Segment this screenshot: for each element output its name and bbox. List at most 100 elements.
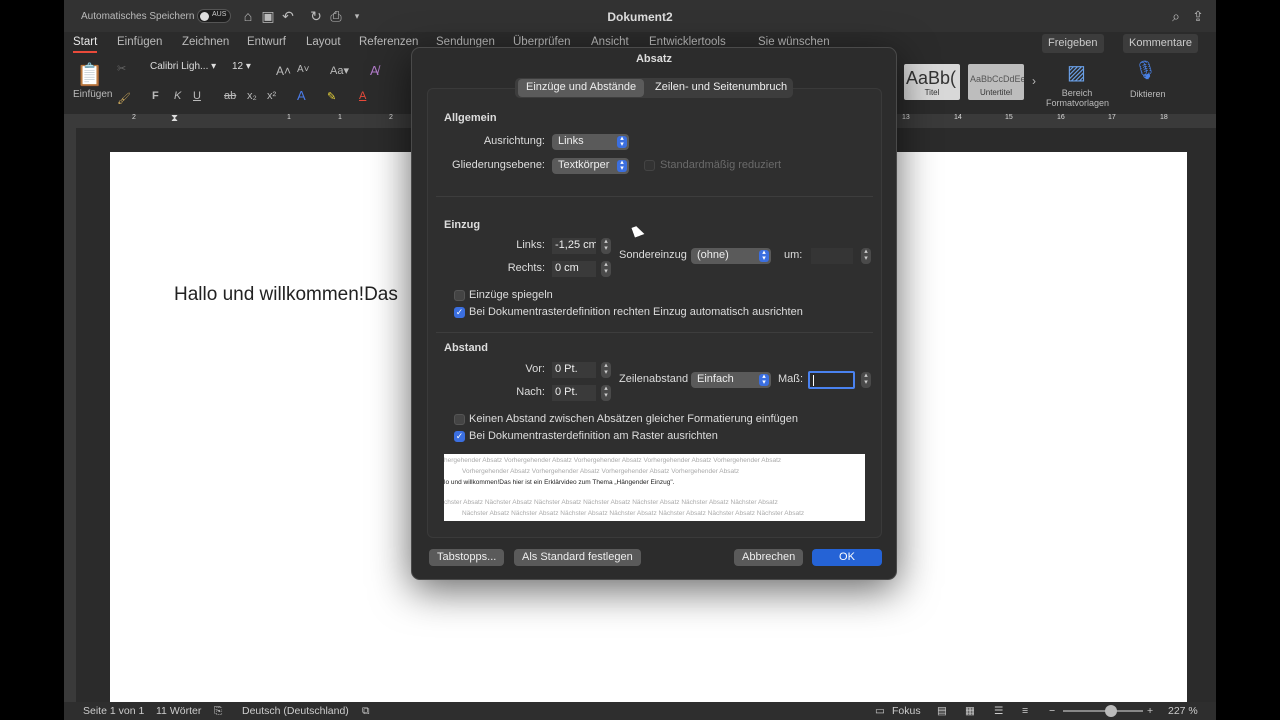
underline-icon[interactable]: U (193, 90, 201, 102)
grow-font-icon[interactable]: A˄ (276, 64, 291, 78)
no-space-checkbox[interactable] (454, 414, 465, 425)
zoom-slider-knob[interactable] (1105, 705, 1117, 717)
ruler-tick: 18 (1160, 114, 1168, 121)
bold-icon[interactable]: F (152, 90, 159, 102)
paragraph-dialog: Absatz Allgemein Ausrichtung: Links ▴ ▾ Gl… (411, 47, 897, 580)
highlight-icon[interactable]: ✎ (327, 90, 336, 103)
zoom-level[interactable]: 227 % (1168, 705, 1198, 717)
comments-label: Kommentare (1129, 37, 1192, 49)
indent-left-stepper[interactable]: ▴ ▾ (601, 238, 611, 254)
spacing-after-field[interactable]: 0 Pt. (552, 385, 596, 401)
styles-pane-icon[interactable]: ▨ (1067, 60, 1086, 85)
dialog-tabs: Einzüge und Abstände Zeilen- und Seitenu… (515, 78, 793, 98)
tab-start[interactable]: Start (73, 36, 98, 53)
spacing-before-field[interactable]: 0 Pt. (552, 362, 596, 378)
dictate-label[interactable]: Diktieren (1130, 89, 1166, 99)
line-spacing-at-field[interactable] (808, 371, 855, 389)
shrink-font-icon[interactable]: A˅ (297, 64, 310, 75)
language[interactable]: Deutsch (Deutschland) (242, 705, 349, 717)
divider (436, 332, 873, 333)
select-arrows-icon: ▴ ▾ (759, 249, 769, 262)
text-caret (813, 375, 814, 386)
alignment-select[interactable]: Links ▴ ▾ (552, 134, 629, 150)
indent-right-label: Rechts: (507, 262, 545, 274)
special-indent-value: (ohne) (697, 249, 729, 261)
indent-right-field[interactable]: 0 cm (552, 261, 596, 277)
superscript-icon[interactable]: x² (267, 90, 276, 102)
zoom-in-icon[interactable]: + (1147, 705, 1153, 717)
set-default-button[interactable]: Als Standard festlegen (514, 549, 641, 566)
tab-layout[interactable]: Layout (306, 36, 341, 48)
paste-label: Einfügen (73, 89, 113, 100)
share-button[interactable]: Freigeben (1042, 34, 1104, 53)
font-color-icon[interactable]: A (359, 90, 366, 102)
change-case-icon[interactable]: Aa▾ (330, 64, 349, 77)
spacing-before-stepper[interactable]: ▴ ▾ (601, 362, 611, 378)
format-painter-icon[interactable]: 🖌 (117, 92, 131, 105)
cut-icon[interactable]: ✂ (117, 62, 126, 75)
spacing-after-label: Nach: (516, 386, 545, 398)
font-name-select[interactable]: Calibri Ligh... ▾ (150, 61, 226, 79)
indent-left-field[interactable]: -1,25 cm (552, 238, 596, 254)
ruler-tick: 13 (902, 114, 910, 121)
web-layout-icon[interactable]: ▦ (965, 705, 975, 717)
select-arrows-icon: ▴ ▾ (617, 135, 627, 148)
mirror-indents-label: Einzüge spiegeln (469, 289, 553, 301)
tab-insert[interactable]: Einfügen (117, 36, 162, 48)
spacing-after-stepper[interactable]: ▴ ▾ (601, 385, 611, 401)
select-arrows-icon: ▴ ▾ (759, 373, 769, 386)
special-indent-label: Sondereinzug (619, 249, 687, 261)
accessibility-icon[interactable]: ⧉ (362, 705, 370, 718)
font-name-value: Calibri Ligh... (150, 61, 209, 72)
special-indent-select[interactable]: (ohne) ▴ ▾ (691, 248, 771, 264)
tab-design[interactable]: Entwurf (247, 36, 286, 48)
cancel-button[interactable]: Abbrechen (734, 549, 804, 566)
tab-draw[interactable]: Zeichnen (182, 36, 229, 48)
ruler-tick: 16 (1057, 114, 1065, 121)
indent-by-label: um: (784, 249, 803, 261)
clear-format-icon[interactable]: A̸ (370, 63, 379, 78)
line-spacing-select[interactable]: Einfach ▴ ▾ (691, 372, 771, 388)
italic-icon[interactable]: K (174, 90, 181, 102)
indent-heading: Einzug (444, 219, 481, 231)
snap-grid-checkbox[interactable]: ✓ (454, 431, 465, 442)
print-layout-icon[interactable]: ▤ (937, 705, 947, 717)
ruler-tick: 15 (1005, 114, 1013, 121)
zoom-out-icon[interactable]: − (1049, 705, 1055, 717)
tabs-button[interactable]: Tabstopps... (429, 549, 505, 566)
tab-line-page-breaks[interactable]: Zeilen- und Seitenumbruch (647, 79, 795, 97)
strikethrough-icon[interactable]: ab (224, 90, 236, 102)
subscript-icon[interactable]: x₂ (247, 90, 257, 102)
line-spacing-at-stepper[interactable]: ▴ ▾ (861, 372, 871, 388)
page-count[interactable]: Seite 1 von 1 (83, 705, 144, 717)
zoom-slider[interactable] (1063, 705, 1143, 717)
auto-adjust-indent-checkbox[interactable]: ✓ (454, 307, 465, 318)
styles-pane-label[interactable]: Bereich Formatvorlagen (1046, 88, 1109, 108)
paste-icon[interactable]: 📋 (76, 62, 103, 88)
outline-level-select[interactable]: Textkörper ▴ ▾ (552, 158, 629, 174)
tab-indents-spacing[interactable]: Einzüge und Abstände (518, 79, 645, 97)
font-size-select[interactable]: 12 ▾ (232, 61, 270, 79)
draft-view-icon[interactable]: ≡ (1022, 705, 1028, 717)
search-icon[interactable]: ⌕ (1168, 8, 1184, 24)
proofing-icon[interactable]: ⎘ (214, 705, 222, 718)
indent-left-label: Links: (516, 239, 545, 251)
outline-view-icon[interactable]: ☰ (994, 705, 1003, 717)
focus-label[interactable]: Fokus (892, 705, 921, 717)
share-window-icon[interactable]: ⇪ (1190, 8, 1206, 24)
set-default-button-label: Als Standard festlegen (522, 551, 633, 563)
mirror-indents-checkbox[interactable] (454, 290, 465, 301)
indent-right-stepper[interactable]: ▴ ▾ (601, 261, 611, 277)
vertical-ruler[interactable] (64, 128, 76, 703)
ok-button[interactable]: OK (812, 549, 882, 566)
indent-marker-icon[interactable]: ⧗ (171, 113, 178, 124)
word-count[interactable]: 11 Wörter (156, 705, 201, 717)
select-arrows-icon: ▴ ▾ (617, 159, 627, 172)
comments-button[interactable]: Kommentare (1123, 34, 1198, 53)
tab-references[interactable]: Referenzen (359, 36, 418, 48)
styles-more-icon[interactable]: › (1032, 74, 1036, 88)
microphone-icon[interactable]: 🎙 (1134, 60, 1157, 81)
focus-icon[interactable]: ▭ (875, 705, 885, 717)
text-effects-icon[interactable]: A (297, 88, 306, 103)
document-text[interactable]: Hallo und willkommen!Das (174, 284, 398, 306)
